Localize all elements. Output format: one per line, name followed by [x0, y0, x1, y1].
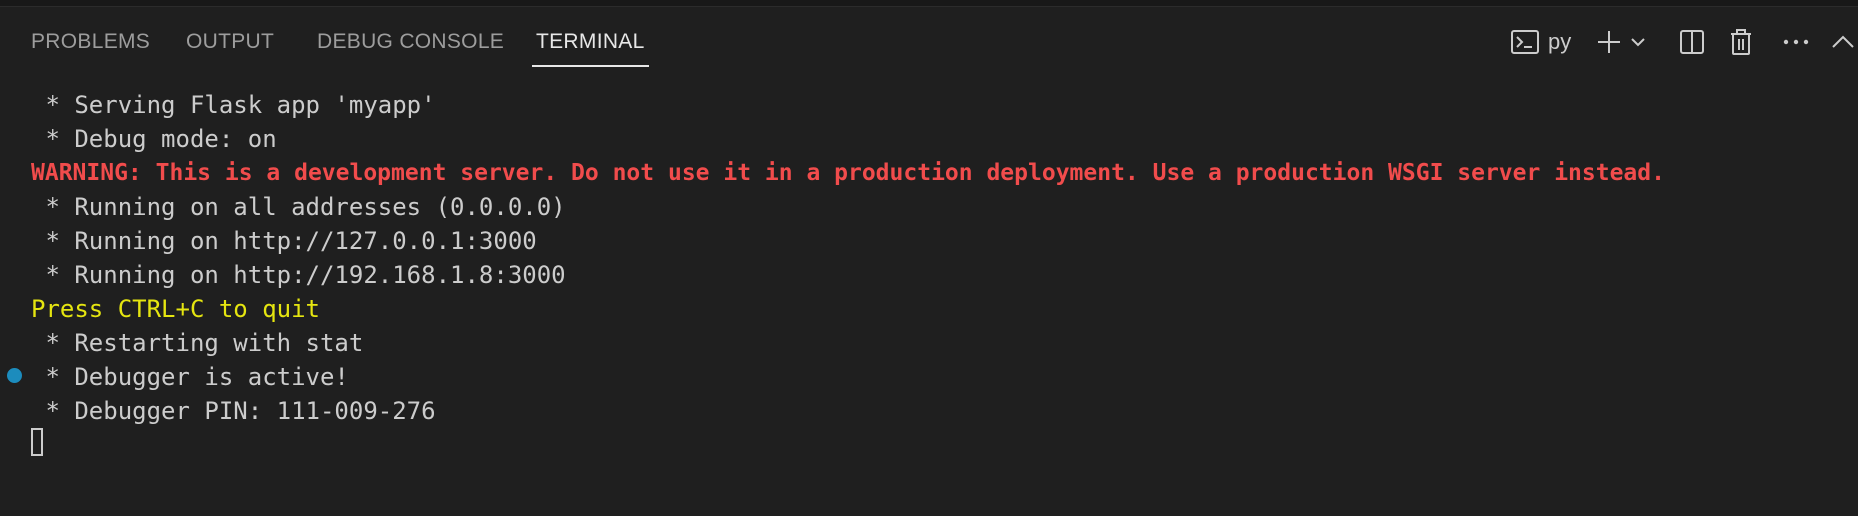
- terminal-line: * Restarting with stat: [31, 329, 364, 357]
- terminal-output[interactable]: * Serving Flask app 'myapp' * Debug mode…: [0, 86, 1858, 516]
- terminal-line: * Running on all addresses (0.0.0.0): [31, 193, 566, 221]
- terminal-profile-button[interactable]: py: [1510, 22, 1582, 62]
- editor-peek: [130, 0, 340, 2]
- ellipsis-icon: [1782, 38, 1810, 46]
- terminal-notice-line: Press CTRL+C to quit: [31, 295, 320, 323]
- terminal-line: * Running on http://192.168.1.8:3000: [31, 261, 566, 289]
- split-editor-icon: [1679, 29, 1705, 55]
- trash-icon: [1729, 28, 1753, 56]
- terminal-line: * Debugger PIN: 111-009-276: [31, 397, 436, 425]
- terminal-line: * Debug mode: on: [31, 125, 277, 153]
- terminal-line: * Debugger is active!: [31, 363, 349, 391]
- command-decoration-icon[interactable]: [7, 368, 22, 383]
- split-terminal-button[interactable]: [1676, 22, 1708, 62]
- launch-profile-dropdown[interactable]: [1628, 22, 1648, 62]
- terminal-line: * Serving Flask app 'myapp': [31, 91, 436, 119]
- terminal-profile-label: py: [1548, 29, 1572, 54]
- more-actions-button[interactable]: [1780, 22, 1812, 62]
- terminal-warning-line: WARNING: This is a development server. D…: [31, 160, 1665, 186]
- terminal-line: * Running on http://127.0.0.1:3000: [31, 227, 537, 255]
- terminal-icon: [1510, 29, 1540, 55]
- kill-terminal-button[interactable]: [1726, 22, 1756, 62]
- terminal-cursor: [31, 428, 43, 456]
- chevron-down-icon: [1630, 36, 1646, 48]
- panel-actions: py: [0, 22, 1858, 62]
- plus-icon: [1596, 29, 1622, 55]
- chevron-up-icon: [1831, 34, 1855, 50]
- new-terminal-button[interactable]: [1594, 22, 1624, 62]
- maximize-panel-button[interactable]: [1830, 22, 1856, 62]
- panel-header: PROBLEMS OUTPUT DEBUG CONSOLE TERMINAL p…: [0, 6, 1858, 67]
